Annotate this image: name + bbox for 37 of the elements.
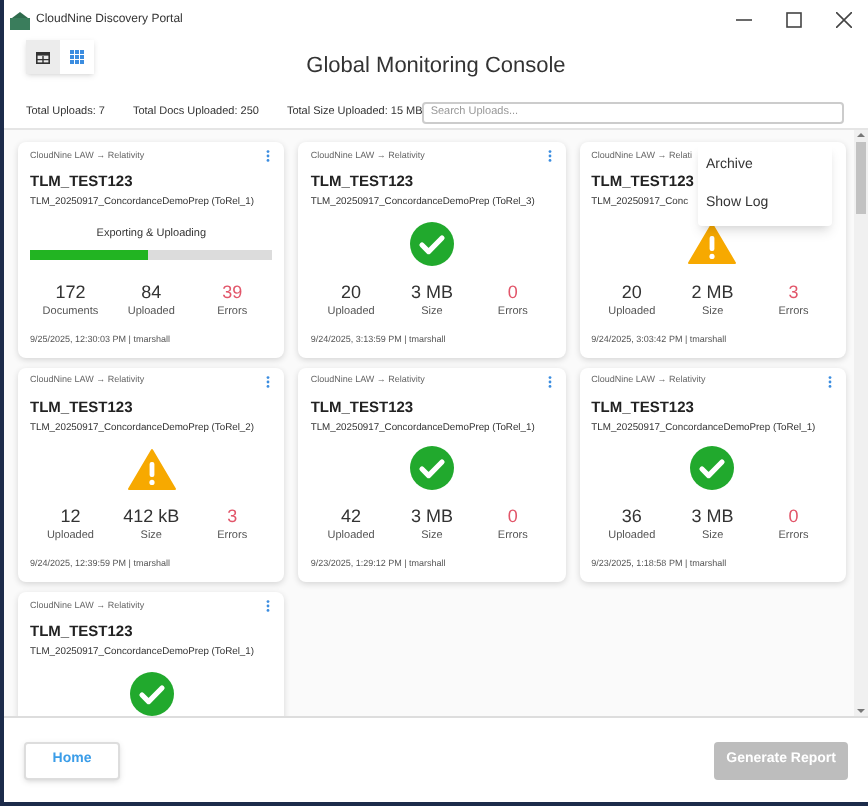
stat-value: 3 MB (410, 506, 453, 529)
stat-value: 84 (141, 281, 162, 304)
app-logo-icon (10, 11, 30, 29)
stat-value: 0 (507, 281, 518, 304)
stat-value: 0 (788, 506, 799, 529)
stat-value: 39 (222, 281, 243, 304)
scroll-down-icon[interactable] (856, 706, 866, 716)
stat-value: 412 kB (123, 506, 180, 529)
stat-value: 2 MB (691, 281, 734, 304)
stat-value: 36 (621, 506, 642, 529)
warning-icon (127, 447, 176, 490)
check-circle-icon (409, 446, 454, 491)
maximize-icon[interactable] (786, 12, 802, 28)
kebab-menu-button[interactable] (545, 150, 554, 162)
stat-value: 172 (55, 281, 86, 304)
close-icon[interactable] (836, 12, 852, 28)
stat-value: 3 (788, 281, 799, 304)
table-view-button[interactable] (26, 40, 60, 74)
kebab-menu-button[interactable] (264, 150, 273, 162)
grid-icon (70, 50, 84, 64)
table-icon (36, 51, 50, 63)
kebab-menu-button[interactable] (264, 375, 273, 388)
stat-value: 20 (621, 281, 642, 304)
check-circle-icon (690, 446, 735, 491)
kebab-menu-button[interactable] (825, 375, 834, 388)
stat-value: 3 MB (410, 281, 453, 304)
kebab-menu-button[interactable] (545, 375, 554, 388)
stat-value: 20 (341, 281, 362, 304)
scrollbar[interactable] (854, 130, 868, 716)
page-title: Global Monitoring Console (306, 51, 566, 82)
stat-value: 3 (227, 506, 238, 529)
stat-value: 42 (341, 506, 362, 529)
kebab-menu-button[interactable] (264, 600, 273, 613)
stat-value: 12 (60, 506, 81, 529)
stat-value: 0 (507, 506, 518, 529)
stat-value: 3 MB (691, 506, 734, 529)
check-circle-icon (409, 221, 454, 266)
